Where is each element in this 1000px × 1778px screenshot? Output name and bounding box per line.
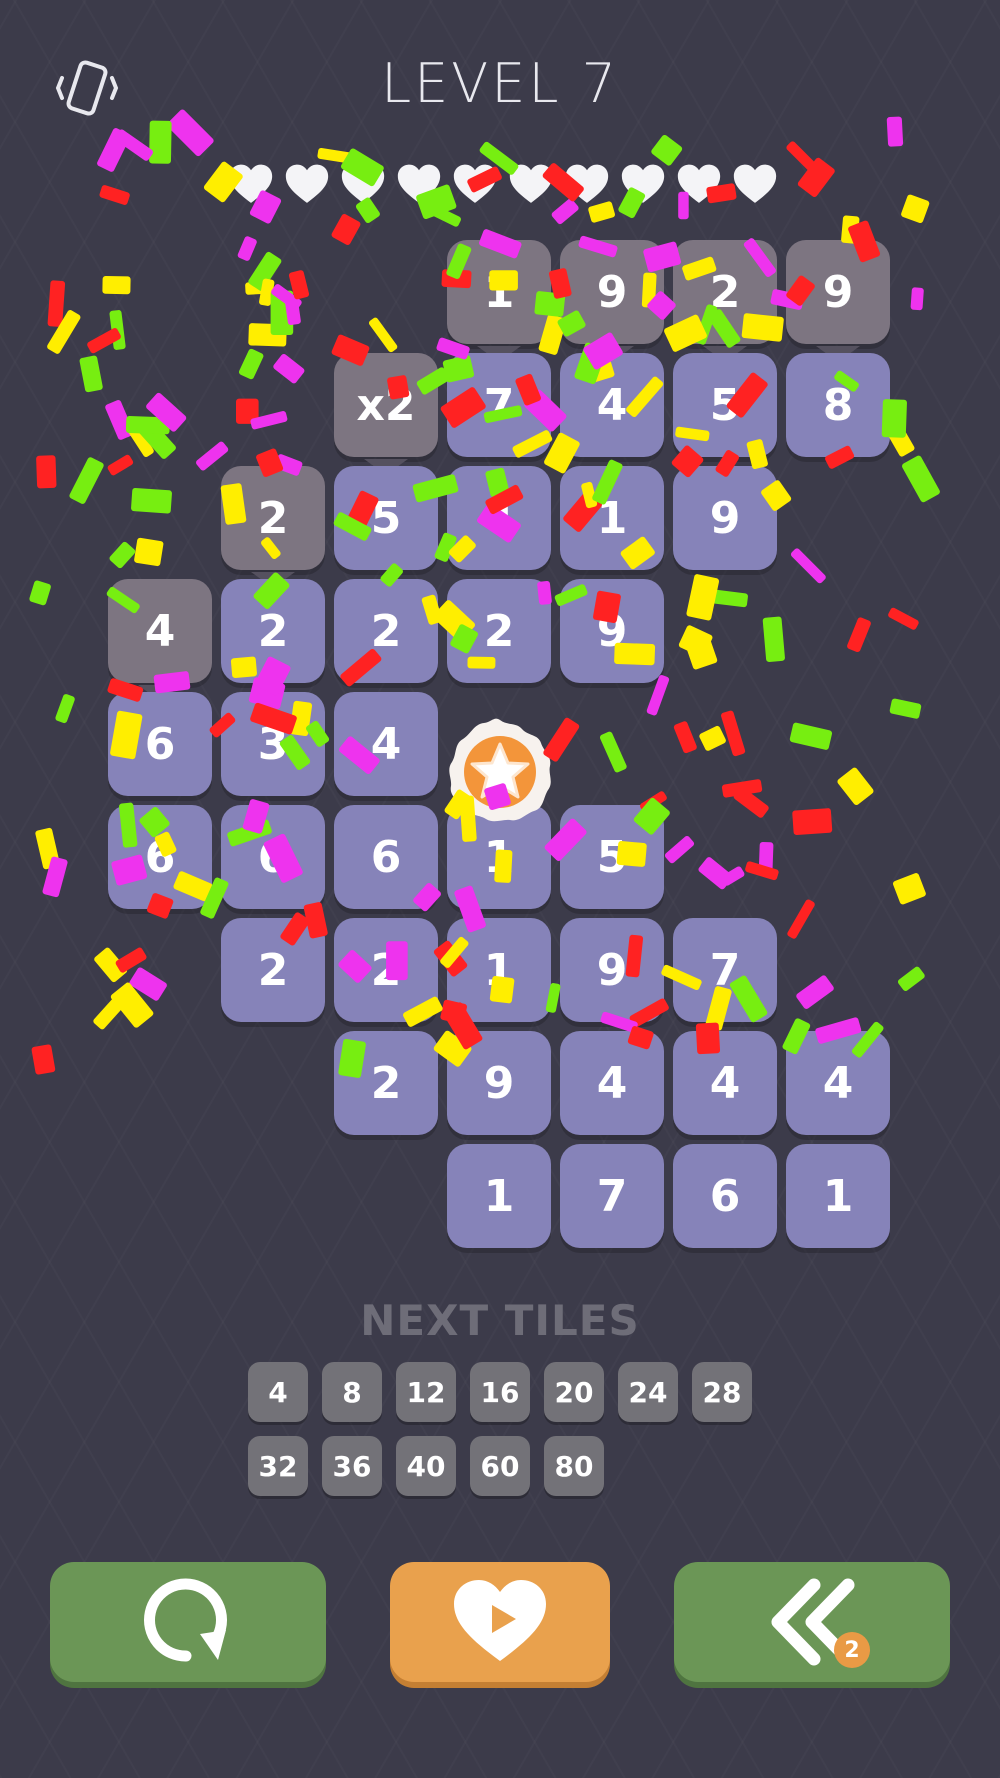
next-tile: 36	[322, 1436, 382, 1496]
next-tile: 16	[470, 1362, 530, 1422]
number-tile[interactable]: 2	[221, 579, 325, 683]
number-tile[interactable]: 7	[447, 353, 551, 457]
next-tile: 4	[248, 1362, 308, 1422]
number-tile[interactable]: 4	[560, 353, 664, 457]
heart-play-icon	[454, 1580, 546, 1661]
number-tile[interactable]: 2	[334, 579, 438, 683]
number-tile[interactable]: 3	[221, 692, 325, 796]
undo-count-badge: 2	[834, 1632, 870, 1668]
next-tiles-label: NEXT TILES	[360, 1296, 640, 1345]
next-tile: 28	[692, 1362, 752, 1422]
number-tile[interactable]: 5	[334, 466, 438, 570]
undo-button[interactable]: 2	[674, 1562, 950, 1682]
restart-icon	[144, 1578, 227, 1662]
locked-tile[interactable]: 4	[108, 579, 212, 683]
get-life-button[interactable]	[390, 1562, 610, 1682]
number-tile[interactable]: 9	[673, 466, 777, 570]
locked-tile[interactable]: 9	[786, 240, 890, 344]
locked-tile[interactable]: 2	[221, 466, 325, 570]
number-tile[interactable]: 4	[786, 1031, 890, 1135]
number-tile[interactable]: 4	[447, 466, 551, 570]
number-tile[interactable]: 2	[334, 1031, 438, 1135]
number-tile[interactable]: 5	[560, 805, 664, 909]
number-tile[interactable]: 9	[447, 1031, 551, 1135]
number-tile[interactable]: 4	[560, 1031, 664, 1135]
next-tile: 60	[470, 1436, 530, 1496]
number-tile[interactable]: 6	[108, 692, 212, 796]
next-tile: 32	[248, 1436, 308, 1496]
number-tile[interactable]: 6	[108, 805, 212, 909]
number-tile[interactable]: 4	[334, 692, 438, 796]
locked-tile[interactable]: 2	[673, 240, 777, 344]
number-tile[interactable]: 6	[673, 1144, 777, 1248]
next-tile: 8	[322, 1362, 382, 1422]
number-tile[interactable]: 4	[673, 1031, 777, 1135]
game-board: 1 9 2 9 x2 7 4 5 8 2 5 4 1 9 4 2 2 2 9 6 3 4 6 6 6 1 5 2 2 1 9 7 2 9 4 4 4 1 7…	[0, 0, 1000, 1778]
number-tile[interactable]: 7	[560, 1144, 664, 1248]
restart-button[interactable]	[50, 1562, 326, 1682]
star-badge-icon	[449, 718, 551, 822]
number-tile[interactable]: 6	[221, 805, 325, 909]
number-tile[interactable]: 9	[560, 918, 664, 1022]
next-tile: 24	[618, 1362, 678, 1422]
number-tile[interactable]: 1	[447, 918, 551, 1022]
locked-tile[interactable]: 1	[447, 240, 551, 344]
number-tile[interactable]: 5	[673, 353, 777, 457]
next-tile: 40	[396, 1436, 456, 1496]
number-tile[interactable]: 1	[560, 466, 664, 570]
locked-tile[interactable]: x2	[334, 353, 438, 457]
next-tile: 12	[396, 1362, 456, 1422]
number-tile[interactable]: 7	[673, 918, 777, 1022]
locked-tile[interactable]: 9	[560, 240, 664, 344]
next-tile: 80	[544, 1436, 604, 1496]
number-tile[interactable]: 2	[334, 918, 438, 1022]
number-tile[interactable]: 6	[334, 805, 438, 909]
number-tile[interactable]: 1	[447, 1144, 551, 1248]
number-tile[interactable]: 9	[560, 579, 664, 683]
next-tile: 20	[544, 1362, 604, 1422]
number-tile[interactable]: 1	[786, 1144, 890, 1248]
number-tile[interactable]: 2	[221, 918, 325, 1022]
number-tile[interactable]: 2	[447, 579, 551, 683]
number-tile[interactable]: 8	[786, 353, 890, 457]
